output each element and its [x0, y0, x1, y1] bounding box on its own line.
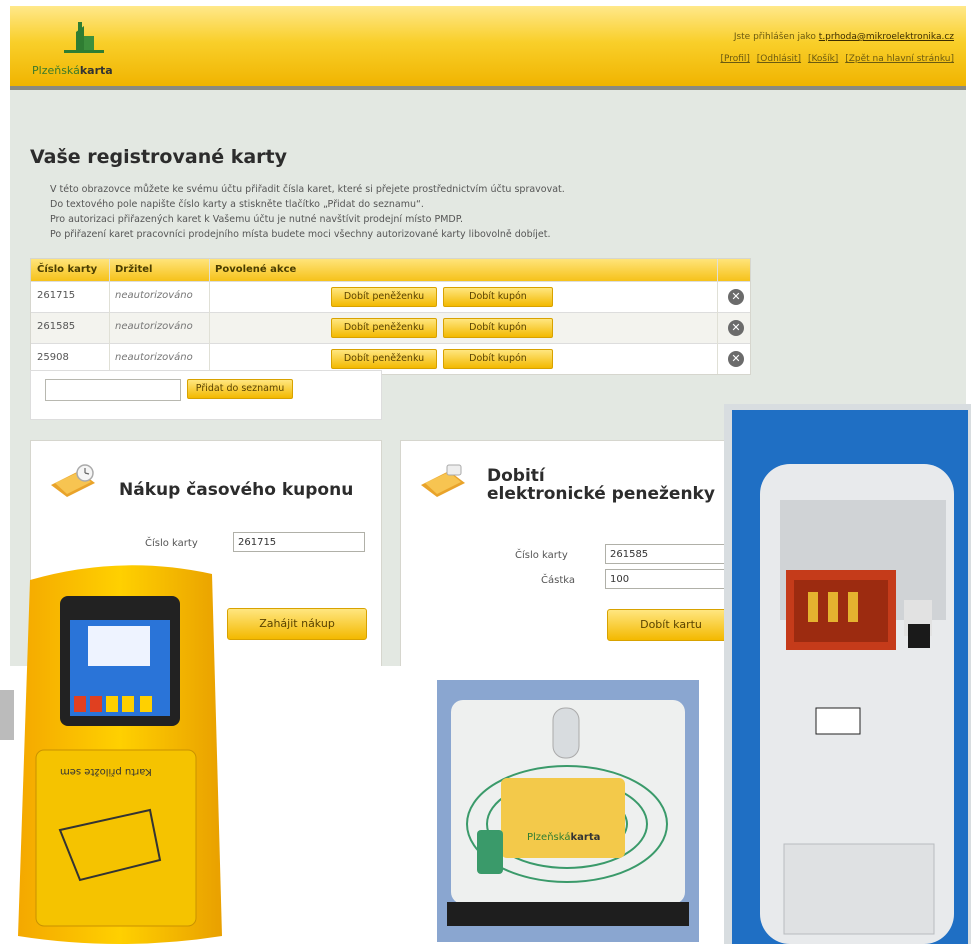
wallet-title-line1: Dobití	[487, 466, 545, 486]
intro-line: V této obrazovce můžete ke svému účtu př…	[50, 184, 565, 195]
card-number-cell: 261715	[37, 290, 76, 301]
delete-card-icon[interactable]: ✕	[728, 289, 744, 305]
church-logo-icon	[64, 22, 104, 53]
wallet-title-line2: elektronické peneženky	[487, 484, 715, 504]
wallet-card-label: Číslo karty	[515, 550, 568, 561]
card-text-a: Plzeňská	[527, 832, 571, 843]
top-up-wallet-button[interactable]: Dobít peněženku	[331, 349, 437, 369]
top-up-wallet-button[interactable]: Dobít peněženku	[331, 287, 437, 307]
column-divider	[109, 259, 110, 374]
holder-cell: neautorizováno	[115, 352, 193, 363]
yellow-reader-device	[0, 565, 222, 944]
intro-line: Po přiřazení karet pracovníci prodejního…	[50, 229, 551, 240]
table-row: 261585 neautorizováno Dobít peněženku Do…	[31, 312, 750, 343]
app-header: Plzeňskákarta Jste přihlášen jako t.prho…	[10, 6, 966, 90]
col-header-card-number: Číslo karty	[37, 264, 98, 275]
contactless-pad	[447, 700, 689, 926]
nav-back-home-link[interactable]: [Zpět na hlavní stránku]	[845, 54, 954, 64]
wallet-panel-title: Dobití elektronické peneženky	[487, 467, 715, 503]
logo-text-b: karta	[79, 64, 113, 77]
holder-cell: neautorizováno	[115, 290, 193, 301]
top-up-coupon-button[interactable]: Dobít kupón	[443, 287, 553, 307]
add-to-list-button[interactable]: Přidat do seznamu	[187, 379, 293, 399]
nav-cart-link[interactable]: [Košík]	[808, 54, 838, 64]
coupon-card-input[interactable]: 261715	[233, 532, 365, 552]
nav-profile-link[interactable]: [Profil]	[720, 54, 749, 64]
delete-card-icon[interactable]: ✕	[728, 351, 744, 367]
card-pad-photo: Plzeňskákarta	[437, 680, 699, 942]
column-divider	[209, 259, 210, 374]
top-up-coupon-button[interactable]: Dobít kupón	[443, 318, 553, 338]
top-up-card-button[interactable]: Dobít kartu	[607, 609, 735, 641]
header-nav: [Profil] [Odhlásit] [Košík] [Zpět na hla…	[716, 54, 954, 64]
col-header-holder: Držitel	[115, 264, 153, 275]
plzenska-karta-logo[interactable]: Plzeňskákarta	[32, 20, 152, 77]
kiosk-photo	[724, 404, 971, 944]
top-up-coupon-button[interactable]: Dobít kupón	[443, 349, 553, 369]
top-up-kiosk	[732, 410, 968, 944]
card-number-cell: 261585	[37, 321, 76, 332]
logged-in-prefix: Jste přihlášen jako	[733, 32, 816, 42]
col-header-actions: Povolené akce	[215, 264, 297, 275]
wallet-ticket-icon	[421, 464, 465, 497]
logged-in-line: Jste přihlášen jako t.prhoda@mikroelektr…	[734, 32, 954, 42]
nav-logout-link[interactable]: [Odhlásit]	[757, 54, 801, 64]
add-card-box: Přidat do seznamu	[30, 370, 382, 420]
user-email-link[interactable]: t.prhoda@mikroelektronika.cz	[819, 32, 954, 42]
card-text-b: karta	[570, 832, 601, 843]
reader-slot-text: Kartu přiložte sem	[60, 766, 152, 777]
intro-text: V této obrazovce můžete ke svému účtu př…	[50, 182, 690, 242]
wallet-topup-panel: Dobití elektronické peneženky Číslo kart…	[400, 440, 742, 666]
add-card-input[interactable]	[45, 379, 181, 401]
logo-text-a: Plzeňská	[32, 64, 80, 77]
table-header: Číslo karty Držitel Povolené akce	[31, 259, 750, 281]
card-print-text: Plzeňskákarta	[527, 832, 600, 843]
coupon-panel-title: Nákup časového kuponu	[119, 480, 354, 500]
column-divider	[717, 259, 718, 374]
amount-label: Částka	[541, 575, 575, 586]
delete-card-icon[interactable]: ✕	[728, 320, 744, 336]
cards-table: Číslo karty Držitel Povolené akce 261715…	[30, 258, 751, 375]
card-reader-photo: Kartu přiložte sem	[0, 560, 250, 944]
coupon-ticket-icon	[51, 464, 95, 497]
amount-input[interactable]: 100	[605, 569, 737, 589]
holder-cell: neautorizováno	[115, 321, 193, 332]
top-up-wallet-button[interactable]: Dobít peněženku	[331, 318, 437, 338]
intro-line: Do textového pole napište číslo karty a …	[50, 199, 424, 210]
wallet-card-input[interactable]: 261585	[605, 544, 737, 564]
table-row: 261715 neautorizováno Dobít peněženku Do…	[31, 281, 750, 312]
page-title: Vaše registrované karty	[30, 146, 288, 168]
coupon-card-label: Číslo karty	[145, 538, 198, 549]
card-number-cell: 25908	[37, 352, 69, 363]
intro-line: Pro autorizaci přiřazených karet k Vašem…	[50, 214, 463, 225]
